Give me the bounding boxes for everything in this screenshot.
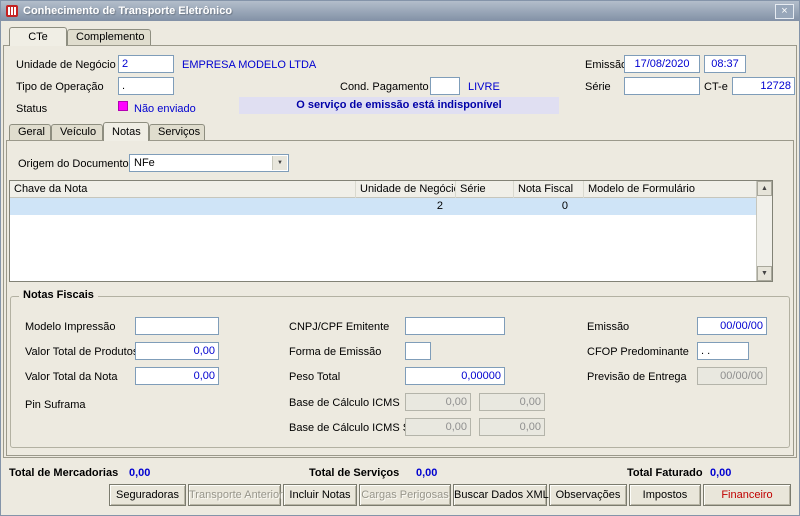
titlebar: Conhecimento de Transporte Eletrônico × (1, 1, 799, 21)
notas-tab-page: Origem do Documento NFe ▼ Chave da Nota … (6, 140, 794, 456)
impostos-button[interactable]: Impostos (629, 484, 701, 506)
total-servicos-value: 0,00 (416, 467, 438, 479)
base-calculo-icms-input-2 (479, 393, 545, 411)
chevron-down-icon[interactable]: ▼ (272, 156, 287, 170)
tab-notas[interactable]: Notas (103, 122, 149, 141)
seguradoras-button[interactable]: Seguradoras (109, 484, 186, 506)
base-calculo-icms-st-input-1 (405, 418, 471, 436)
column-header-chave[interactable]: Chave da Nota (10, 181, 355, 198)
serie-label: Série (585, 81, 611, 93)
valor-total-produtos-label: Valor Total de Produtos (25, 346, 139, 358)
vertical-scrollbar[interactable]: ▲ ▼ (756, 181, 772, 281)
status-value: Não enviado (134, 103, 196, 115)
notas-table-header: Chave da Nota Unidade de Negócio Série N… (10, 181, 757, 198)
table-row[interactable] (10, 215, 757, 232)
observacoes-button[interactable]: Observações (549, 484, 627, 506)
cell-chave (14, 198, 354, 215)
financeiro-button[interactable]: Financeiro (703, 484, 791, 506)
tab-geral[interactable]: Geral (9, 124, 51, 140)
cond-pagamento-label: Cond. Pagamento (340, 81, 429, 93)
pin-suframa-label: Pin Suframa (25, 399, 86, 411)
cnpj-cpf-emitente-input[interactable] (405, 317, 505, 335)
forma-emissao-input[interactable] (405, 342, 431, 360)
table-row[interactable] (10, 249, 757, 266)
base-calculo-icms-input-1 (405, 393, 471, 411)
modelo-impressao-label: Modelo Impressão (25, 321, 116, 333)
total-mercadorias-value: 0,00 (129, 467, 151, 479)
peso-total-input[interactable] (405, 367, 505, 385)
base-calculo-icms-st-input-2 (479, 418, 545, 436)
app-window: Conhecimento de Transporte Eletrônico × … (0, 0, 800, 516)
column-header-modelo-formulario[interactable]: Modelo de Formulário (583, 181, 757, 198)
cnpj-cpf-emitente-label: CNPJ/CPF Emitente (289, 321, 390, 333)
tipo-operacao-input[interactable] (118, 77, 174, 95)
window-title: Conhecimento de Transporte Eletrônico (23, 5, 233, 17)
buscar-dados-xml-button[interactable]: Buscar Dados XML (453, 484, 549, 506)
tab-complemento[interactable]: Complemento (67, 29, 151, 45)
service-status-banner: O serviço de emissão está indisponível (239, 97, 559, 114)
notas-fiscais-groupbox: Notas Fiscais Modelo Impressão Valor Tot… (10, 289, 790, 448)
unidade-negocio-input[interactable] (118, 55, 174, 73)
status-label: Status (16, 103, 48, 115)
tipo-operacao-label: Tipo de Operação (16, 81, 104, 93)
previsao-entrega-input (697, 367, 767, 385)
cond-pagamento-input[interactable] (430, 77, 460, 95)
cell-nota-fiscal: 0 (561, 200, 568, 212)
previsao-entrega-label: Previsão de Entrega (587, 371, 687, 383)
status-color-swatch (118, 101, 128, 111)
cell-modelo-formulario (587, 198, 752, 215)
valor-total-produtos-input[interactable] (135, 342, 219, 360)
valor-total-nota-label: Valor Total da Nota (25, 371, 118, 383)
incluir-notas-button[interactable]: Incluir Notas (283, 484, 357, 506)
base-calculo-icms-label: Base de Cálculo ICMS (289, 397, 400, 409)
close-icon: × (781, 5, 788, 17)
column-header-serie[interactable]: Série (455, 181, 513, 198)
cte-number-label: CT-e (704, 81, 728, 93)
origem-documento-select[interactable]: NFe ▼ (129, 154, 289, 172)
emissao-nota-input[interactable] (697, 317, 767, 335)
unidade-negocio-label: Unidade de Negócio (16, 59, 116, 71)
emissao-nota-label: Emissão (587, 321, 630, 333)
scroll-down-icon[interactable]: ▼ (757, 266, 772, 281)
app-icon (6, 5, 18, 17)
column-header-unidade-negocio[interactable]: Unidade de Negócio (355, 181, 455, 198)
cell-unidade-negocio: 2 (436, 200, 443, 212)
cell-serie (459, 198, 509, 215)
cte-number-input[interactable] (732, 77, 795, 95)
serie-input[interactable] (624, 77, 700, 95)
table-row-selected[interactable]: 2 0 (10, 198, 757, 215)
cond-pagamento-descricao: LIVRE (468, 81, 500, 93)
tab-cte[interactable]: CTe (9, 27, 67, 46)
notas-fiscais-group-title: Notas Fiscais (19, 289, 98, 301)
peso-total-label: Peso Total (289, 371, 341, 383)
tab-servicos[interactable]: Serviços (149, 124, 205, 140)
cargas-perigosas-button: Cargas Perigosas (359, 484, 451, 506)
origem-documento-value: NFe (134, 157, 155, 169)
total-servicos-label: Total de Serviços (309, 467, 400, 479)
close-button[interactable]: × (775, 3, 794, 19)
table-row[interactable] (10, 232, 757, 249)
transporte-anterior-button: Transporte Anterior (188, 484, 283, 506)
notas-table: Chave da Nota Unidade de Negócio Série N… (9, 180, 773, 282)
base-calculo-icms-st-label: Base de Cálculo ICMS ST (289, 422, 417, 434)
tab-veiculo[interactable]: Veículo (51, 124, 103, 140)
column-header-nota-fiscal[interactable]: Nota Fiscal (513, 181, 583, 198)
modelo-impressao-input[interactable] (135, 317, 219, 335)
scroll-up-icon[interactable]: ▲ (757, 181, 772, 196)
cfop-predominante-input[interactable] (697, 342, 749, 360)
total-faturado-value: 0,00 (710, 467, 732, 479)
empresa-name: EMPRESA MODELO LTDA (182, 59, 317, 71)
origem-documento-label: Origem do Documento (18, 158, 129, 170)
valor-total-nota-input[interactable] (135, 367, 219, 385)
emissao-time-input[interactable] (704, 55, 746, 73)
emissao-date-input[interactable] (624, 55, 700, 73)
forma-emissao-label: Forma de Emissão (289, 346, 382, 358)
total-mercadorias-label: Total de Mercadorias (9, 467, 119, 479)
total-faturado-label: Total Faturado (627, 467, 703, 479)
cfop-predominante-label: CFOP Predominante (587, 346, 689, 358)
emissao-label: Emissão (585, 59, 628, 71)
